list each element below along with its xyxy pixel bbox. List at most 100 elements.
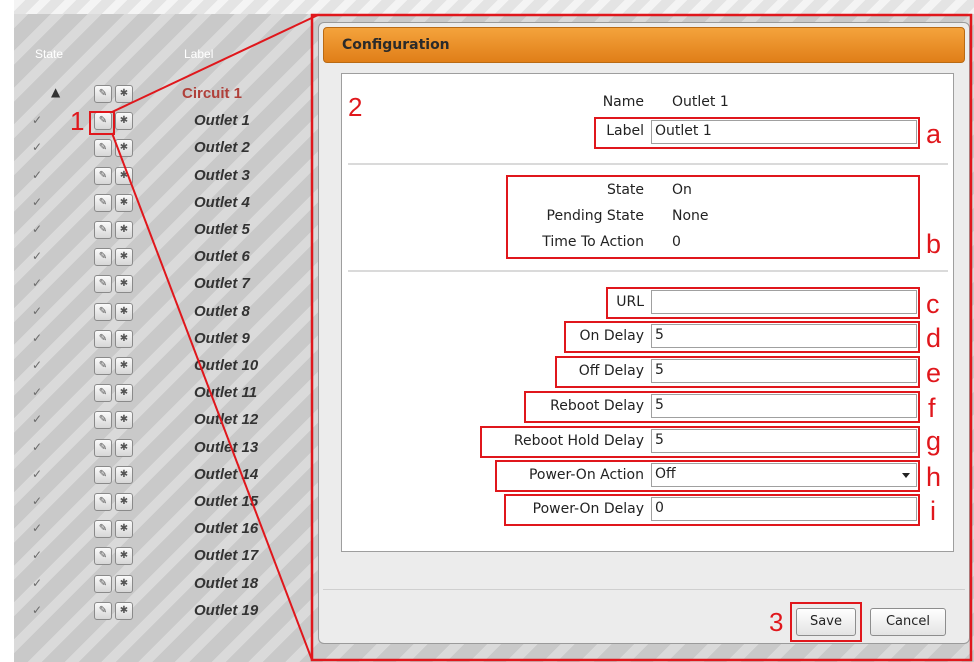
circuit-row: ▲ ✎ ✱ Circuit 1 xyxy=(14,80,314,107)
wrench-icon[interactable]: ✎ xyxy=(94,547,112,566)
gear-icon[interactable]: ✱ xyxy=(115,493,133,511)
label-input[interactable]: Outlet 1 xyxy=(651,120,917,144)
check-icon: ✓ xyxy=(31,494,43,508)
check-icon: ✓ xyxy=(31,385,43,400)
name-value: Outlet 1 xyxy=(672,94,729,110)
table-row: ✓ ✎ ✱ Outlet 4 xyxy=(14,189,314,216)
annotation-f: f xyxy=(928,393,936,423)
check-icon: ✓ xyxy=(31,439,43,454)
wrench-icon[interactable]: ✎ xyxy=(94,139,112,158)
gear-icon[interactable]: ✱ xyxy=(115,221,133,239)
outlet-label: Outlet 9 xyxy=(194,329,250,347)
circuit-label: Circuit 1 xyxy=(182,85,243,102)
off-delay-input[interactable]: 5 xyxy=(651,359,917,383)
check-icon: ✓ xyxy=(31,330,43,345)
outlet-label: Outlet 19 xyxy=(194,601,259,619)
save-button[interactable]: Save xyxy=(796,608,856,636)
wrench-icon[interactable]: ✎ xyxy=(94,112,112,131)
gear-icon[interactable]: ✱ xyxy=(115,302,133,321)
check-icon: ✓ xyxy=(31,303,43,318)
outlet-label: Outlet 1 xyxy=(194,112,250,130)
outlet-label: Outlet 3 xyxy=(194,166,250,184)
wrench-icon[interactable]: ✎ xyxy=(94,302,112,321)
wrench-icon[interactable]: ✎ xyxy=(94,85,112,103)
table-row: ✓ ✎ ✱ Outlet 19 xyxy=(14,597,314,624)
gear-icon[interactable]: ✱ xyxy=(115,248,133,267)
gear-icon[interactable]: ✱ xyxy=(115,112,133,131)
gear-icon[interactable]: ✱ xyxy=(115,520,133,539)
annotation-b: b xyxy=(926,229,942,259)
wrench-icon[interactable]: ✎ xyxy=(94,275,112,294)
table-row: ✓ ✎ ✱ Outlet 6 xyxy=(14,243,314,270)
on-delay-label: On Delay xyxy=(579,328,645,344)
check-icon: ✓ xyxy=(31,222,43,236)
wrench-icon[interactable]: ✎ xyxy=(94,166,112,185)
wrench-icon[interactable]: ✎ xyxy=(94,465,112,484)
outlet-label: Outlet 13 xyxy=(194,438,259,456)
check-icon: ✓ xyxy=(31,249,43,264)
table-row: ✓ ✎ ✱ Outlet 15 xyxy=(14,488,314,515)
power-on-action-select[interactable]: Off xyxy=(651,463,917,487)
gear-icon[interactable]: ✱ xyxy=(115,465,133,484)
check-icon: ✓ xyxy=(31,521,43,536)
outlet-label: Outlet 18 xyxy=(194,574,259,592)
cancel-button[interactable]: Cancel xyxy=(870,608,946,636)
pending-state-value: None xyxy=(672,208,709,224)
gear-icon[interactable]: ✱ xyxy=(115,193,133,212)
annotation-i: i xyxy=(930,496,936,526)
annotation-g: g xyxy=(926,426,942,456)
name-label: Name xyxy=(602,94,644,110)
on-delay-input[interactable]: 5 xyxy=(651,324,917,348)
annotation-h: h xyxy=(926,462,942,492)
wrench-icon[interactable]: ✎ xyxy=(94,520,112,539)
gear-icon[interactable]: ✱ xyxy=(115,85,133,103)
wrench-icon[interactable]: ✎ xyxy=(94,574,112,593)
gear-icon[interactable]: ✱ xyxy=(115,438,133,457)
gear-icon[interactable]: ✱ xyxy=(115,166,133,185)
wrench-icon[interactable]: ✎ xyxy=(94,248,112,267)
check-icon: ✓ xyxy=(31,167,43,182)
reboot-hold-delay-input[interactable]: 5 xyxy=(651,429,917,453)
table-row: ✓ ✎ ✱ Outlet 8 xyxy=(14,298,314,325)
dialog-title: Configuration xyxy=(342,37,450,53)
annotation-2: 2 xyxy=(348,92,363,122)
reboot-delay-input[interactable]: 5 xyxy=(651,394,917,418)
gear-icon[interactable]: ✱ xyxy=(115,601,133,620)
wrench-icon[interactable]: ✎ xyxy=(94,329,112,348)
outlet-label: Outlet 15 xyxy=(194,493,259,510)
state-value: On xyxy=(672,182,692,198)
gear-icon[interactable]: ✱ xyxy=(115,329,133,348)
wrench-icon[interactable]: ✎ xyxy=(94,357,112,375)
outlet-label: Outlet 11 xyxy=(194,384,258,402)
gear-icon[interactable]: ✱ xyxy=(115,574,133,593)
gear-icon[interactable]: ✱ xyxy=(115,275,133,294)
time-to-action-value: 0 xyxy=(672,234,681,250)
off-delay-label: Off Delay xyxy=(578,363,644,379)
url-label: URL xyxy=(616,294,644,310)
gear-icon[interactable]: ✱ xyxy=(115,139,133,158)
table-row: ✓ ✎ ✱ Outlet 13 xyxy=(14,434,314,461)
gear-icon[interactable]: ✱ xyxy=(115,357,133,375)
reboot-delay-label: Reboot Delay xyxy=(550,398,644,414)
table-row: ✓ ✎ ✱ Outlet 1 xyxy=(14,107,314,134)
wrench-icon[interactable]: ✎ xyxy=(94,221,112,239)
dialog-body: 2 Name Outlet 1 Label Outlet 1 a State O… xyxy=(341,73,954,552)
url-input[interactable] xyxy=(651,290,917,314)
warning-icon: ▲ xyxy=(51,85,61,99)
wrench-icon[interactable]: ✎ xyxy=(94,193,112,212)
gear-icon[interactable]: ✱ xyxy=(115,384,133,403)
wrench-icon[interactable]: ✎ xyxy=(94,411,112,430)
annotation-d: d xyxy=(926,323,942,353)
check-icon: ✓ xyxy=(31,602,43,617)
gear-icon[interactable]: ✱ xyxy=(115,547,133,566)
power-on-delay-label: Power-On Delay xyxy=(532,501,644,517)
table-row: ✓ ✎ ✱ Outlet 12 xyxy=(14,406,314,433)
annotation-1: 1 xyxy=(70,106,85,136)
power-on-delay-input[interactable]: 0 xyxy=(651,497,917,521)
wrench-icon[interactable]: ✎ xyxy=(94,384,112,403)
gear-icon[interactable]: ✱ xyxy=(115,411,133,430)
wrench-icon[interactable]: ✎ xyxy=(94,601,112,620)
wrench-icon[interactable]: ✎ xyxy=(94,493,112,511)
wrench-icon[interactable]: ✎ xyxy=(94,438,112,457)
time-to-action-label: Time To Action xyxy=(542,234,644,250)
